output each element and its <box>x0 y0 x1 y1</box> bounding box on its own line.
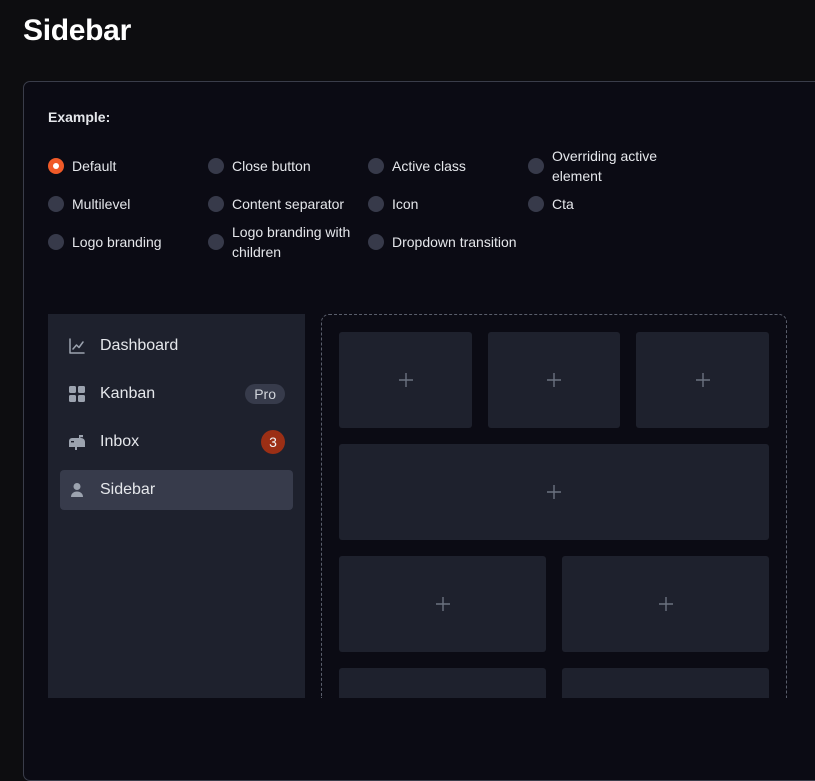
radio-button[interactable] <box>208 158 224 174</box>
sidebar-item-kanban[interactable]: Kanban Pro <box>60 374 293 414</box>
radio-option-overriding-active-element[interactable]: Overriding active element <box>528 146 678 186</box>
radio-button[interactable] <box>48 158 64 174</box>
example-panel: Example: Default Close button Active cla… <box>23 81 815 781</box>
sidebar-item-label: Dashboard <box>100 337 179 354</box>
radio-label: Logo branding with children <box>232 224 351 260</box>
radio-option-default[interactable]: Default <box>48 156 198 176</box>
radio-option-multilevel[interactable]: Multilevel <box>48 194 198 214</box>
user-icon <box>68 481 86 499</box>
radio-button[interactable] <box>208 234 224 250</box>
radio-label: Close button <box>232 158 311 174</box>
radio-label: Cta <box>552 196 574 212</box>
radio-label: Multilevel <box>72 196 131 212</box>
radio-option-content-separator[interactable]: Content separator <box>208 194 368 214</box>
sidebar-item-sidebar[interactable]: Sidebar <box>60 470 293 510</box>
sidebar-item-dashboard[interactable]: Dashboard <box>60 326 293 366</box>
page-title: Sidebar <box>23 14 131 47</box>
radio-label: Logo branding <box>72 234 162 250</box>
content-area <box>321 314 787 698</box>
inbox-icon <box>68 433 86 451</box>
sidebar-item-inbox[interactable]: Inbox 3 <box>60 422 293 462</box>
plus-icon <box>547 373 561 387</box>
radio-button[interactable] <box>208 196 224 212</box>
radio-label: Active class <box>392 158 466 174</box>
radio-button[interactable] <box>368 158 384 174</box>
radio-button[interactable] <box>528 196 544 212</box>
placeholder-block <box>488 332 620 428</box>
placeholder-block <box>339 556 546 652</box>
placeholder-block <box>636 332 769 428</box>
radio-label: Overriding active element <box>552 148 658 184</box>
radio-button[interactable] <box>368 196 384 212</box>
placeholder-block <box>339 668 546 698</box>
sidebar-item-label: Sidebar <box>100 481 156 498</box>
placeholder-block <box>562 556 769 652</box>
radio-label: Icon <box>392 196 419 212</box>
radio-button[interactable] <box>48 196 64 212</box>
chart-line-icon <box>68 337 86 355</box>
radio-option-icon[interactable]: Icon <box>368 194 518 214</box>
radio-label: Dropdown transition <box>392 234 517 250</box>
radio-option-dropdown-transition[interactable]: Dropdown transition <box>368 232 548 252</box>
placeholder-block <box>339 332 472 428</box>
radio-label: Content separator <box>232 196 345 212</box>
plus-icon <box>547 485 561 499</box>
sidebar-item-label: Kanban <box>100 385 156 402</box>
placeholder-block <box>339 444 769 540</box>
example-label: Example: <box>48 109 111 125</box>
radio-option-logo-branding[interactable]: Logo branding <box>48 232 198 252</box>
grid-icon <box>68 385 86 403</box>
radio-button[interactable] <box>48 234 64 250</box>
radio-option-cta[interactable]: Cta <box>528 194 678 214</box>
radio-button[interactable] <box>368 234 384 250</box>
plus-icon <box>435 597 450 611</box>
radio-option-close-button[interactable]: Close button <box>208 156 358 176</box>
pro-badge: Pro <box>245 384 285 404</box>
plus-icon <box>398 373 413 387</box>
sidebar: Dashboard Kanban Pro Inbox 3 Sidebar <box>48 314 305 698</box>
placeholder-block <box>562 668 769 698</box>
sidebar-item-label: Inbox <box>100 433 140 450</box>
radio-option-logo-branding-with-children[interactable]: Logo branding with children <box>208 222 368 262</box>
plus-icon <box>658 597 673 611</box>
radio-option-active-class[interactable]: Active class <box>368 156 518 176</box>
radio-label: Default <box>72 158 117 174</box>
radio-button[interactable] <box>528 158 544 174</box>
unread-count-badge: 3 <box>261 430 285 454</box>
plus-icon <box>695 373 710 387</box>
